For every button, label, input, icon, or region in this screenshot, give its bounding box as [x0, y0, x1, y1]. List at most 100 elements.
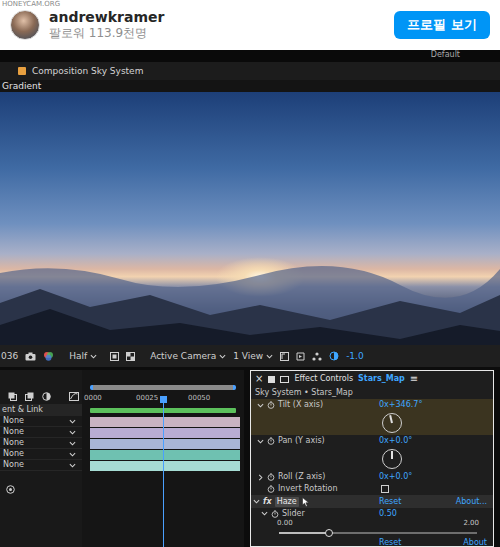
stopwatch-icon[interactable] — [267, 473, 275, 481]
layer-bar[interactable] — [90, 461, 240, 471]
workspace-label[interactable]: Default — [431, 50, 460, 59]
chevron-down-icon[interactable] — [69, 429, 76, 436]
fx-badge[interactable]: fx — [263, 497, 272, 507]
mouse-cursor-icon — [302, 497, 310, 507]
property-row[interactable]: Invert Rotation — [251, 483, 493, 495]
camera-value[interactable]: Active Camera — [150, 351, 216, 362]
breadcrumb: Sky System • Stars_Map — [255, 388, 353, 398]
chevron-down-icon[interactable] — [69, 418, 76, 425]
view-layout-value[interactable]: 1 View — [233, 351, 263, 362]
playhead-handle[interactable] — [160, 396, 167, 403]
property-row[interactable]: Tilt (X axis)0x+346.7° — [251, 399, 493, 411]
resolution-value[interactable]: Half — [69, 351, 87, 362]
render-toggle-icon[interactable] — [6, 485, 15, 494]
property-row[interactable]: Roll (Z axis)0x+0.0° — [251, 471, 493, 483]
chevron-down-icon — [90, 353, 97, 360]
camera-dropdown[interactable]: Active Camera — [150, 351, 226, 362]
fast-preview-icon[interactable] — [296, 352, 305, 361]
toggle-pixel-icon[interactable] — [280, 352, 289, 361]
layer-bar[interactable] — [90, 439, 240, 449]
property-label-area: Pan (Y axis) — [251, 436, 379, 446]
duplicate-icon[interactable] — [25, 392, 34, 401]
property-value[interactable]: 0x+0.0° — [379, 472, 412, 482]
viewer-image — [0, 92, 500, 345]
graph-editor-icon[interactable] — [69, 392, 79, 401]
frame-counter[interactable]: 036 — [1, 351, 18, 362]
playhead[interactable] — [163, 396, 164, 547]
time-navigator[interactable] — [90, 385, 236, 390]
breadcrumb-row: Sky System • Stars_Map — [251, 387, 493, 399]
property-label: Invert Rotation — [278, 484, 338, 494]
stopwatch-icon[interactable] — [267, 401, 275, 409]
tick-label: 0000 — [84, 394, 136, 403]
panel-title: Effect Controls — [294, 374, 353, 384]
checkbox[interactable] — [381, 485, 389, 493]
exposure-icon[interactable] — [329, 351, 339, 361]
chevron-down-icon[interactable] — [253, 498, 260, 505]
slider-knob[interactable] — [325, 529, 333, 537]
property-row[interactable]: Pan (Y axis)0x+0.0° — [251, 435, 493, 447]
panel-icon — [268, 376, 275, 383]
chevron-down-icon[interactable] — [257, 438, 264, 445]
close-button[interactable]: × — [255, 374, 263, 384]
stopwatch-icon[interactable] — [271, 510, 279, 518]
chevron-down-icon[interactable] — [261, 510, 268, 517]
region-icon[interactable] — [110, 352, 119, 361]
angle-dial[interactable] — [382, 413, 402, 433]
effect-label-area: fxHaze — [251, 497, 379, 507]
layer-tab-bar: Gradient — [0, 80, 500, 92]
chevron-down-icon[interactable] — [69, 440, 76, 447]
avatar[interactable] — [10, 10, 40, 40]
layer-bar[interactable] — [90, 450, 240, 460]
workspace-bar: Default — [0, 50, 500, 62]
parent-value[interactable]: None — [3, 460, 24, 470]
layer-columns: ent & LinkNoneNoneNoneNoneNone — [0, 370, 82, 547]
flowchart-icon[interactable] — [312, 352, 322, 361]
layer-bar[interactable] — [90, 417, 240, 427]
chevron-right-icon[interactable] — [257, 474, 264, 481]
stopwatch-icon[interactable] — [267, 437, 275, 445]
slider-track[interactable] — [279, 532, 477, 534]
parent-value[interactable]: None — [3, 438, 24, 448]
reset-button[interactable]: Reset — [379, 497, 401, 507]
panel-menu[interactable]: ≡ — [410, 374, 418, 384]
user-info: andrewkramer팔로워 113.9천명 — [49, 9, 164, 41]
exposure-value[interactable]: -1.0 — [346, 351, 364, 362]
layers-icon[interactable] — [8, 392, 17, 401]
layer-bar[interactable] — [90, 428, 240, 438]
chevron-down-icon[interactable] — [69, 451, 76, 458]
slider-row: Slider0.50 — [251, 508, 493, 519]
camera-icon[interactable] — [25, 352, 36, 361]
lower-panels: ent & LinkNoneNoneNoneNoneNone0000000250… — [0, 367, 500, 547]
transparency-grid-icon[interactable] — [126, 352, 135, 361]
column-header-label: ent & Link — [2, 405, 43, 415]
profile-button[interactable]: 프로필 보기 — [394, 11, 490, 39]
layer-tab[interactable]: Gradient — [2, 81, 41, 92]
composition-title[interactable]: Composition Sky System — [32, 66, 143, 77]
composition-tab[interactable]: Composition Sky System — [0, 62, 500, 80]
stopwatch-icon[interactable] — [267, 485, 275, 493]
about-button[interactable]: About — [463, 538, 487, 547]
effect-name[interactable]: Haze — [275, 497, 299, 507]
resolution-dropdown[interactable]: Half — [69, 351, 97, 362]
layer-parent-row: None — [0, 427, 82, 438]
post-header: andrewkramer팔로워 113.9천명프로필 보기HONEYCAM.OR… — [0, 0, 500, 50]
parent-value[interactable]: None — [3, 427, 24, 437]
parent-value[interactable]: None — [3, 416, 24, 426]
angle-dial[interactable] — [382, 449, 402, 469]
about-button[interactable]: About... — [456, 497, 487, 507]
mountains — [0, 235, 500, 345]
layer-name[interactable]: Stars_Map — [358, 374, 405, 384]
effect-header-row[interactable]: fxHazeResetAbout... — [251, 495, 493, 508]
property-value[interactable]: 0x+0.0° — [379, 436, 412, 446]
view-layout-dropdown[interactable]: 1 View — [233, 351, 273, 362]
parent-value[interactable]: None — [3, 449, 24, 459]
motion-blur-icon[interactable] — [42, 392, 51, 401]
username[interactable]: andrewkramer — [49, 9, 164, 26]
chevron-down-icon[interactable] — [69, 462, 76, 469]
slider-value[interactable]: 0.50 — [379, 509, 397, 519]
reset-button[interactable]: Reset — [379, 538, 401, 547]
property-value[interactable]: 0x+346.7° — [379, 400, 422, 410]
chevron-down-icon[interactable] — [257, 402, 264, 409]
color-channels-icon[interactable] — [43, 351, 54, 361]
